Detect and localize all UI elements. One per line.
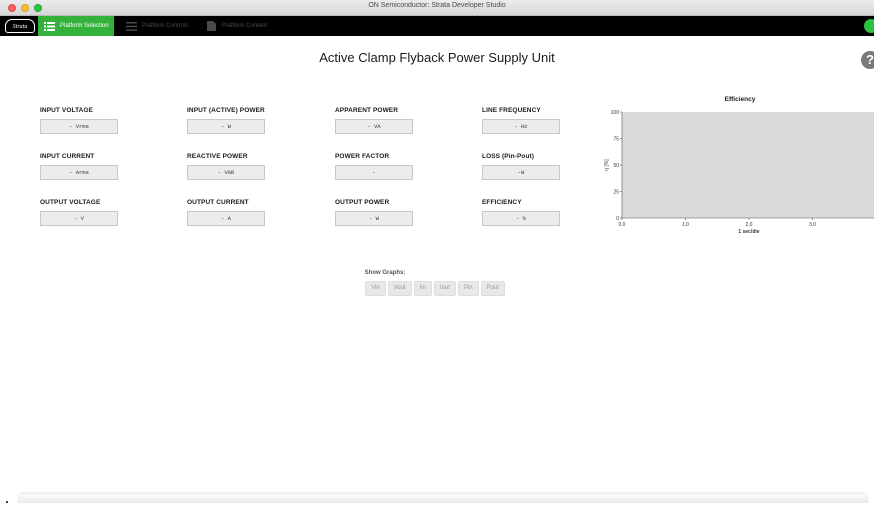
window-title: ON Semiconductor: Strata Developer Studi… bbox=[368, 2, 506, 9]
metric-value: - VAR bbox=[187, 165, 265, 180]
help-icon[interactable]: ? bbox=[861, 51, 874, 69]
show-graphs-label: Show Graphs: bbox=[364, 270, 406, 276]
chart-x-tick-label: 3.0 bbox=[809, 222, 816, 228]
tab-platform-selection[interactable]: Platform Selection bbox=[38, 16, 114, 36]
graph-button-vout[interactable]: Vout bbox=[387, 281, 412, 296]
chart-x-tick-label: 2.0 bbox=[746, 222, 753, 228]
resize-marker bbox=[6, 501, 8, 503]
metric-input-voltage: INPUT VOLTAGE - Vrms bbox=[40, 107, 120, 134]
metric-value: -W bbox=[482, 165, 560, 180]
metric-label: OUTPUT CURRENT bbox=[187, 199, 249, 206]
metric-label: INPUT CURRENT bbox=[40, 153, 95, 160]
metric-value: - W bbox=[187, 119, 265, 134]
strata-logo-text: Strata bbox=[12, 24, 28, 30]
metric-label: APPARENT POWER bbox=[335, 107, 399, 114]
metric-line-frequency: LINE FREQUENCY - Hz bbox=[482, 107, 562, 134]
metric-label: OUTPUT POWER bbox=[335, 199, 390, 206]
metric-efficiency: EFFICIENCY - % bbox=[482, 199, 562, 226]
metric-label: LINE FREQUENCY bbox=[482, 107, 541, 114]
metric-value: - % bbox=[482, 211, 560, 226]
efficiency-chart: 0 25 50 75 100 0.0 1.0 2.0 3.0 1 sec/div η [%] bbox=[604, 110, 874, 235]
metric-label: INPUT VOLTAGE bbox=[40, 107, 94, 114]
chart-y-axis-label: η [%] bbox=[604, 159, 610, 171]
metric-label: POWER FACTOR bbox=[335, 153, 390, 160]
sliders-icon bbox=[125, 21, 137, 31]
document-icon bbox=[205, 21, 217, 31]
graph-button-iout[interactable]: Iout bbox=[433, 281, 456, 296]
metric-apparent-power: APPARENT POWER - VA bbox=[335, 107, 415, 134]
chart-title: Efficiency bbox=[724, 96, 756, 103]
metric-value: - V bbox=[40, 211, 118, 226]
graph-button-pout[interactable]: Pout bbox=[480, 281, 505, 296]
graph-button-pin[interactable]: Pin bbox=[457, 281, 479, 296]
metric-input-active-power: INPUT (ACTIVE) POWER - W bbox=[187, 107, 267, 134]
graph-button-vin[interactable]: Vin bbox=[365, 281, 386, 296]
metric-label: OUTPUT VOLTAGE bbox=[40, 199, 101, 206]
chart-y-tick-label: 25 bbox=[613, 189, 619, 195]
metric-output-voltage: OUTPUT VOLTAGE - V bbox=[40, 199, 120, 226]
connection-status-icon[interactable] bbox=[864, 19, 874, 33]
show-graphs-buttons: Vin Vout Iin Iout Pin Pout bbox=[365, 281, 505, 296]
title-bar: ON Semiconductor: Strata Developer Studi… bbox=[0, 0, 874, 16]
metric-value: - W bbox=[335, 211, 413, 226]
metric-label: REACTIVE POWER bbox=[187, 153, 248, 160]
chart-plot-area bbox=[622, 112, 874, 218]
metric-label: EFFICIENCY bbox=[482, 199, 522, 206]
metric-output-power: OUTPUT POWER - W bbox=[335, 199, 415, 226]
metric-value: - A bbox=[187, 211, 265, 226]
metric-label: INPUT (ACTIVE) POWER bbox=[187, 107, 265, 114]
tab-platform-controls-label: Platform Controls bbox=[142, 23, 189, 29]
metric-reactive-power: REACTIVE POWER - VAR bbox=[187, 153, 267, 180]
metric-value: - bbox=[335, 165, 413, 180]
chart-y-tick-label: 100 bbox=[611, 110, 620, 116]
chart-x-axis-label: 1 sec/div bbox=[738, 229, 759, 235]
metric-power-factor: POWER FACTOR - bbox=[335, 153, 415, 180]
metric-value: - Vrms bbox=[40, 119, 118, 134]
page-title: Active Clamp Flyback Power Supply Unit bbox=[319, 50, 555, 65]
tab-platform-selection-label: Platform Selection bbox=[60, 23, 109, 29]
metric-output-current: OUTPUT CURRENT - A bbox=[187, 199, 267, 226]
graph-button-iin[interactable]: Iin bbox=[413, 281, 432, 296]
strata-logo[interactable]: Strata bbox=[5, 19, 35, 33]
metric-value: - Hz bbox=[482, 119, 560, 134]
chart-y-tick-label: 75 bbox=[613, 136, 619, 142]
tab-platform-content[interactable]: Platform Content bbox=[200, 16, 272, 36]
chart-x-tick-label: 1.0 bbox=[682, 222, 689, 228]
chart-y-tick-label: 50 bbox=[613, 163, 619, 169]
metric-value: - VA bbox=[335, 119, 413, 134]
tab-platform-controls[interactable]: Platform Controls bbox=[120, 16, 193, 36]
bottom-drawer-handle[interactable] bbox=[18, 494, 868, 503]
chart-x-tick-label: 0.0 bbox=[619, 222, 626, 228]
list-icon bbox=[43, 21, 55, 31]
app-window: ON Semiconductor: Strata Developer Studi… bbox=[0, 0, 874, 508]
metric-value: - Arms bbox=[40, 165, 118, 180]
metric-label: LOSS (Pin-Pout) bbox=[482, 153, 535, 160]
metric-input-current: INPUT CURRENT - Arms bbox=[40, 153, 120, 180]
navbar: Strata Platform Selection Platform Contr… bbox=[0, 16, 874, 36]
chart-y-tick-label: 0 bbox=[616, 216, 619, 222]
tab-platform-content-label: Platform Content bbox=[222, 23, 268, 29]
metric-loss: LOSS (Pin-Pout) -W bbox=[482, 153, 562, 180]
